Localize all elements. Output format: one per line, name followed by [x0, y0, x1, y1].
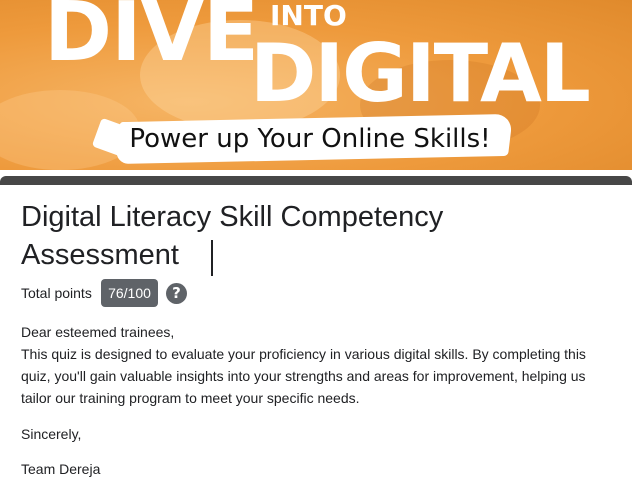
- banner-word-dive: DIVE: [44, 0, 259, 80]
- banner-tagline: Power up Your Online Skills!: [129, 124, 491, 154]
- banner-word-into: INTO: [270, 0, 347, 32]
- description-body: This quiz is designed to evaluate your p…: [21, 346, 586, 406]
- total-points-label: Total points: [21, 285, 92, 301]
- description-greeting: Dear esteemed trainees,: [21, 324, 175, 340]
- score-badge: 76/100: [101, 279, 158, 307]
- form-title: Digital Literacy Skill Competency Assess…: [21, 201, 444, 271]
- banner-word-digital: DIGITAL: [250, 27, 591, 120]
- description-signature: Team Dereja: [21, 461, 101, 477]
- form-header-accent-bar: [0, 176, 632, 185]
- header-banner-image: DIVE INTO DIGITAL Power up Your Online S…: [0, 0, 632, 170]
- help-icon[interactable]: ?: [166, 283, 187, 304]
- description-closing: Sincerely,: [21, 426, 82, 442]
- text-cursor: [211, 240, 213, 276]
